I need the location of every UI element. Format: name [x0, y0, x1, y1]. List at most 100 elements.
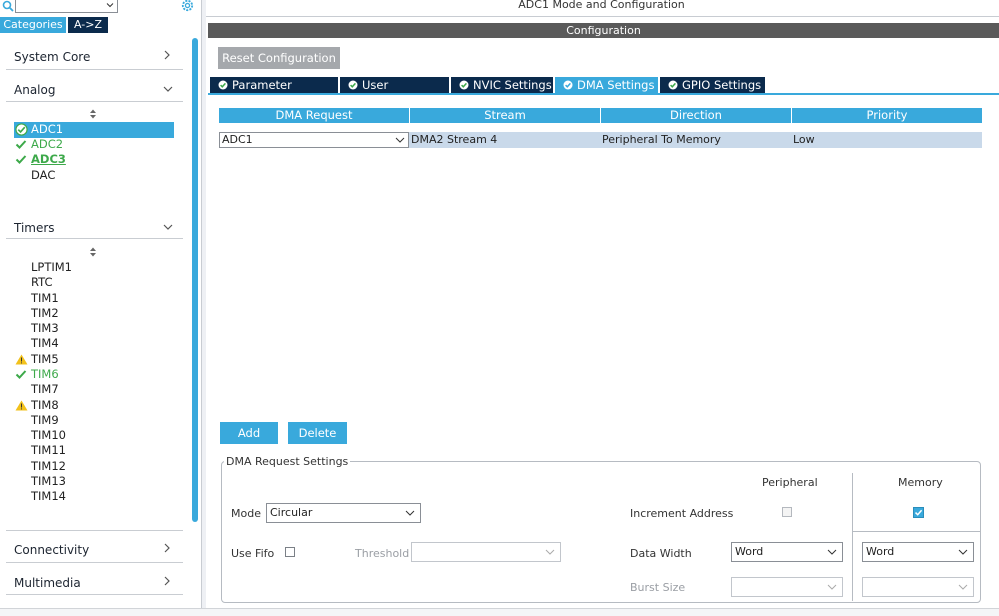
list-item-tim9[interactable]: TIM9 [31, 413, 59, 428]
list-item-tim7[interactable]: TIM7 [31, 382, 59, 397]
memory-burst-select[interactable] [862, 577, 974, 597]
mode-label: Mode [231, 507, 261, 520]
list-item-tim2[interactable]: TIM2 [31, 306, 59, 321]
chevron-down-icon [545, 549, 555, 555]
tab-label: DMA Settings [577, 78, 655, 92]
check-icon [15, 370, 27, 379]
mode-select[interactable]: Circular [266, 503, 421, 523]
chevron-right-icon[interactable] [162, 50, 172, 60]
memory-data-width-value: Word [866, 545, 895, 558]
use-fifo-label: Use Fifo [231, 547, 275, 560]
tab-label: NVIC Settings [473, 78, 552, 92]
group-title: DMA Request Settings [224, 455, 351, 468]
search-icon[interactable] [2, 0, 14, 12]
chevron-down-icon [395, 137, 405, 143]
list-item-tim5[interactable]: TIM5 [31, 352, 59, 367]
divider [6, 238, 183, 239]
stream-cell: DMA2 Stream 4 [411, 133, 498, 146]
tab-categories[interactable]: Categories [0, 17, 66, 33]
tab-dma-settings[interactable]: DMA Settings [555, 77, 658, 93]
threshold-select[interactable] [411, 542, 561, 562]
column-header-direction[interactable]: Direction [601, 108, 791, 123]
sidebar-scrollbar[interactable] [192, 38, 198, 522]
tab-parameter-settings[interactable]: Parameter Settings [210, 77, 338, 108]
memory-data-width-select[interactable]: Word [862, 542, 974, 562]
list-item-tim13[interactable]: TIM13 [31, 474, 66, 489]
direction-cell: Peripheral To Memory [602, 133, 721, 146]
list-item-dac[interactable]: DAC [31, 168, 55, 183]
memory-column-header: Memory [898, 476, 943, 489]
mode-value: Circular [270, 506, 313, 519]
check-icon [15, 155, 27, 164]
threshold-label: Threshold [355, 547, 410, 560]
list-item-rtc[interactable]: RTC [31, 275, 53, 290]
list-item-tim3[interactable]: TIM3 [31, 321, 59, 336]
chevron-down-icon [958, 584, 968, 590]
configuration-header: Configuration [208, 23, 999, 38]
list-item-adc1[interactable]: ADC1 [31, 122, 63, 137]
divider [206, 16, 999, 17]
tab-label: GPIO Settings [682, 78, 762, 92]
list-item-tim4[interactable]: TIM4 [31, 336, 59, 351]
divider [6, 594, 183, 595]
dma-request-select[interactable]: ADC1 [219, 132, 409, 148]
list-item-tim1[interactable]: TIM1 [31, 291, 59, 306]
status-strip [0, 608, 999, 616]
check-circle-icon [563, 80, 573, 90]
divider [852, 473, 853, 601]
check-circle-icon [15, 123, 28, 136]
list-item-tim12[interactable]: TIM12 [31, 459, 66, 474]
sort-icon[interactable] [89, 109, 97, 119]
list-item-tim10[interactable]: TIM10 [31, 428, 66, 443]
use-fifo-checkbox[interactable] [285, 547, 295, 557]
tab-nvic-settings[interactable]: NVIC Settings [451, 77, 553, 93]
tab-user-constants[interactable]: User Constants [340, 77, 449, 108]
section-analog[interactable]: Analog [14, 83, 55, 97]
list-item-tim8[interactable]: TIM8 [31, 398, 59, 413]
reset-configuration-button[interactable]: Reset Configuration [218, 47, 340, 69]
peripheral-burst-select[interactable] [731, 577, 843, 597]
check-circle-icon [218, 80, 228, 90]
check-icon [914, 509, 923, 516]
chevron-down-icon [405, 510, 415, 516]
divider [6, 562, 183, 563]
warning-icon [15, 400, 28, 411]
peripheral-data-width-select[interactable]: Word [731, 542, 843, 562]
chevron-right-icon[interactable] [162, 543, 172, 553]
list-item-tim14[interactable]: TIM14 [31, 489, 66, 504]
dma-request-value: ADC1 [222, 133, 253, 146]
page-title: ADC1 Mode and Configuration [518, 0, 685, 11]
column-header-stream[interactable]: Stream [410, 108, 600, 123]
peripheral-column-header: Peripheral [762, 476, 818, 489]
chevron-down-icon [958, 549, 968, 555]
column-header-dma-request[interactable]: DMA Request [219, 108, 409, 123]
peripheral-increment-checkbox[interactable] [782, 507, 792, 517]
chevron-down-icon[interactable] [163, 222, 173, 232]
list-item-adc2[interactable]: ADC2 [31, 137, 63, 152]
section-connectivity[interactable]: Connectivity [14, 543, 89, 557]
list-item-adc3[interactable]: ADC3 [31, 152, 66, 167]
search-input[interactable] [15, 0, 118, 13]
section-system-core[interactable]: System Core [14, 50, 90, 64]
divider [6, 530, 183, 531]
increment-address-label: Increment Address [630, 507, 734, 520]
tab-a-z[interactable]: A->Z [68, 17, 108, 33]
add-button[interactable]: Add [220, 422, 278, 444]
delete-button[interactable]: Delete [288, 422, 347, 444]
sort-icon[interactable] [89, 247, 97, 257]
list-item-tim6[interactable]: TIM6 [31, 367, 59, 382]
column-header-priority[interactable]: Priority [792, 108, 982, 123]
list-item-tim11[interactable]: TIM11 [31, 443, 66, 458]
chevron-down-icon[interactable] [163, 84, 173, 94]
check-circle-icon [668, 80, 678, 90]
section-multimedia[interactable]: Multimedia [14, 576, 81, 590]
memory-increment-checkbox[interactable] [913, 507, 924, 518]
list-item-lptim1[interactable]: LPTIM1 [31, 260, 72, 275]
warning-icon [15, 354, 28, 365]
section-timers[interactable]: Timers [14, 221, 55, 235]
gear-icon[interactable] [180, 0, 195, 13]
chevron-right-icon[interactable] [162, 576, 172, 586]
divider [6, 101, 183, 102]
tab-gpio-settings[interactable]: GPIO Settings [660, 77, 765, 93]
chevron-down-icon [827, 549, 837, 555]
